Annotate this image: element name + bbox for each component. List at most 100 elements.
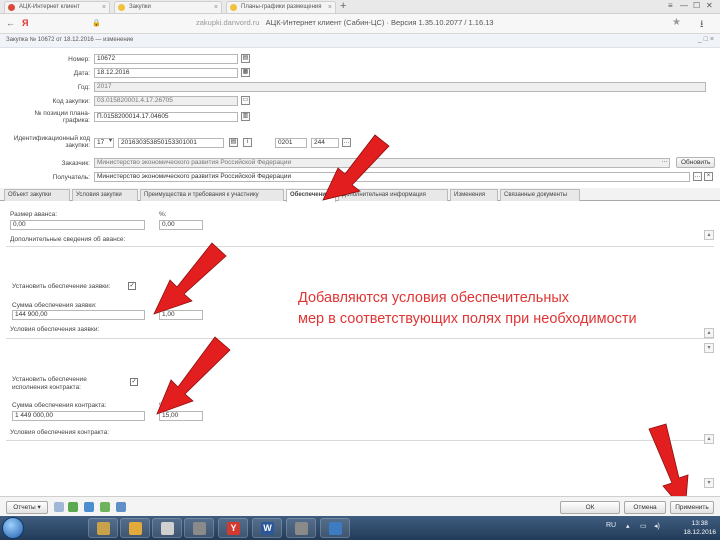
- language-indicator[interactable]: RU: [606, 522, 616, 529]
- edit-icon[interactable]: ▤: [229, 138, 238, 147]
- annotation-line: мер в соответствующих полях при необходи…: [298, 311, 637, 327]
- year-label: Год:: [77, 84, 90, 91]
- contract-pct-field[interactable]: 15,00: [159, 411, 203, 421]
- lookup-icon[interactable]: …: [342, 138, 351, 147]
- lookup-icon[interactable]: …: [693, 172, 702, 181]
- browser-tab-3[interactable]: Планы-графики размещения ×: [226, 1, 336, 13]
- lookup-icon[interactable]: ▥: [241, 112, 250, 121]
- browser-tab-2[interactable]: Закупки ×: [114, 1, 222, 13]
- browser-tab-label: АЦК-Интернет клиент: [19, 4, 80, 10]
- ikz-main-field[interactable]: 201630353850153301001: [118, 138, 224, 148]
- copy-icon[interactable]: ▭: [241, 96, 250, 105]
- link-icon[interactable]: [100, 502, 110, 512]
- chevron-down-icon[interactable]: ▾: [106, 138, 115, 147]
- close-tab-icon[interactable]: ×: [214, 2, 218, 13]
- plan-position-field[interactable]: П.0158200014.17.04605: [94, 112, 238, 122]
- tab-advantages[interactable]: Преимущества и требования к участнику: [140, 189, 284, 201]
- url-field[interactable]: zakupki.danvord.ru АЦК-Интернет клиент (…: [196, 18, 494, 27]
- bid-pct-field[interactable]: 1,00: [159, 310, 203, 320]
- print-icon[interactable]: [116, 502, 126, 512]
- customer-refresh-button[interactable]: Обновить: [676, 157, 716, 168]
- lookup-icon[interactable]: …: [660, 158, 669, 167]
- bid-sum-field[interactable]: 144 900,00: [12, 310, 145, 320]
- system-clock[interactable]: 13:38 18.12.2016: [683, 519, 716, 537]
- ikz-part3-field[interactable]: 244: [311, 138, 339, 148]
- download-icon[interactable]: ⭳: [700, 17, 704, 34]
- customer-label: Заказчик:: [61, 160, 90, 167]
- reports-button[interactable]: Отчеты ▾: [6, 501, 48, 514]
- clear-icon[interactable]: ×: [704, 172, 713, 181]
- start-button[interactable]: [2, 517, 24, 539]
- browser-tab-1[interactable]: АЦК-Интернет клиент ×: [4, 1, 110, 13]
- edit-icon[interactable]: ▤: [241, 54, 250, 63]
- history-icon[interactable]: [84, 502, 94, 512]
- tab-changes[interactable]: Изменения: [450, 189, 498, 201]
- yandex-home-icon[interactable]: Я: [22, 18, 28, 28]
- advance-field[interactable]: 0,00: [10, 220, 145, 230]
- tab-related-docs[interactable]: Связанные документы: [500, 189, 580, 201]
- clock-date: 18.12.2016: [683, 529, 716, 536]
- taskbar-app[interactable]: Y: [218, 518, 248, 538]
- maximize-icon[interactable]: ☐: [693, 1, 700, 10]
- taskbar-app[interactable]: [184, 518, 214, 538]
- bookmark-star-icon[interactable]: ★: [672, 17, 681, 28]
- plan-position-label: № позиции плана-графика:: [34, 110, 90, 124]
- calendar-icon[interactable]: ▦: [241, 68, 250, 77]
- customer-field: Министерство экономического развития Рос…: [94, 158, 670, 168]
- bid-pct-label: %:: [159, 302, 167, 309]
- scroll-down-icon[interactable]: ▾: [704, 343, 714, 353]
- refresh-icon[interactable]: [68, 502, 78, 512]
- tab-object[interactable]: Объект закупки: [4, 189, 70, 201]
- back-arrow-icon[interactable]: ←: [6, 18, 15, 28]
- number-field[interactable]: 10672: [94, 54, 238, 64]
- ok-button[interactable]: ОК: [560, 501, 620, 514]
- document-header: Закупка № 10672 от 18.12.2016 — изменени…: [0, 34, 720, 48]
- close-tab-icon[interactable]: ×: [102, 2, 106, 13]
- tab-additional-info[interactable]: Дополнительная информация: [338, 189, 448, 201]
- document-window-controls[interactable]: _ □ ×: [698, 36, 714, 43]
- date-field[interactable]: 18.12.2016: [94, 68, 238, 78]
- people-app-icon: [295, 522, 308, 535]
- contract-security-checkbox[interactable]: ✓: [130, 378, 138, 386]
- taskbar: Y W RU ▴ ▭ ◂) 13:38 18.12.2016: [0, 516, 720, 540]
- scroll-up-icon[interactable]: ▴: [704, 434, 714, 444]
- address-bar: ← Я 🔒 zakupki.danvord.ru АЦК-Интернет кл…: [0, 14, 720, 34]
- close-window-icon[interactable]: ✕: [706, 1, 713, 10]
- scroll-up-icon[interactable]: ▴: [704, 230, 714, 240]
- taskbar-app[interactable]: [88, 518, 118, 538]
- recipient-label: Получатель:: [52, 174, 90, 181]
- new-tab-button[interactable]: +: [340, 0, 346, 13]
- document-title: Закупка № 10672 от 18.12.2016 — изменени…: [6, 37, 134, 43]
- cancel-button[interactable]: Отмена: [624, 501, 666, 514]
- taskbar-app[interactable]: [152, 518, 182, 538]
- bid-sum-label: Сумма обеспечения заявки:: [12, 302, 97, 309]
- info-icon[interactable]: i: [243, 138, 252, 147]
- advance-label: Размер аванса:: [10, 211, 58, 218]
- contract-sum-field[interactable]: 1 449 000,00: [12, 411, 145, 421]
- scroll-down-icon[interactable]: ▾: [704, 478, 714, 488]
- attachment-icon[interactable]: [54, 502, 64, 512]
- ikz-part2-field[interactable]: 0201: [275, 138, 307, 148]
- minimize-icon[interactable]: —: [680, 1, 688, 10]
- taskbar-app[interactable]: W: [252, 518, 282, 538]
- annotation-line: Добавляются условия обеспечительных: [298, 290, 570, 306]
- taskbar-app[interactable]: [320, 518, 350, 538]
- contract-security-checkbox-label: Установить обеспечение исполнения контра…: [12, 376, 87, 391]
- advance-pct-field[interactable]: 0,00: [159, 220, 203, 230]
- apply-button[interactable]: Применить: [670, 501, 714, 514]
- folder-app-icon: [129, 522, 142, 535]
- url-page-title: АЦК-Интернет клиент (Сабин-ЦС) · Версия …: [265, 18, 494, 27]
- network-icon[interactable]: ▭: [640, 522, 647, 530]
- tray-arrow-icon[interactable]: ▴: [626, 522, 630, 530]
- purchase-code-label: Код закупки:: [52, 98, 90, 105]
- advance-conditions-label: Дополнительные сведения об авансе:: [10, 236, 126, 243]
- tab-conditions[interactable]: Условия закупки: [72, 189, 138, 201]
- bid-security-checkbox[interactable]: ✓: [128, 282, 136, 290]
- close-tab-icon[interactable]: ×: [328, 2, 332, 13]
- taskbar-app[interactable]: [286, 518, 316, 538]
- menu-icon[interactable]: ≡: [668, 1, 673, 10]
- tab-security[interactable]: Обеспечение: [286, 189, 336, 202]
- taskbar-app[interactable]: [120, 518, 150, 538]
- recipient-field[interactable]: Министерство экономического развития Рос…: [94, 172, 690, 182]
- volume-icon[interactable]: ◂): [654, 522, 660, 530]
